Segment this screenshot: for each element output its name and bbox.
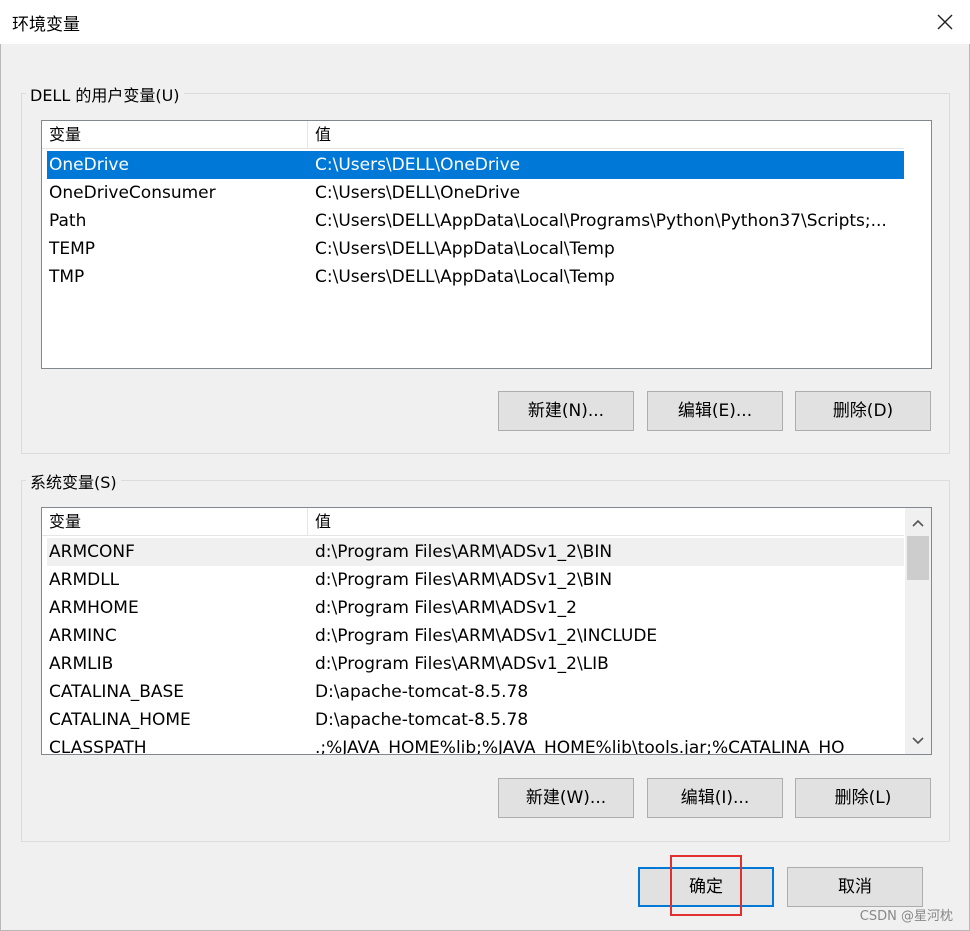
table-row[interactable]: ARMLIB d:\Program Files\ARM\ADSv1_2\LIB	[47, 650, 904, 678]
close-button[interactable]	[920, 0, 970, 44]
variable-value: D:\apache-tomcat-8.5.78	[315, 682, 529, 702]
variable-value: d:\Program Files\ARM\ADSv1_2\LIB	[315, 654, 609, 674]
column-header-value[interactable]: 值	[308, 508, 904, 536]
chevron-down-icon	[912, 737, 924, 745]
variable-name: Path	[49, 211, 87, 231]
variable-value: D:\apache-tomcat-8.5.78	[315, 710, 529, 730]
scroll-down-button[interactable]	[905, 728, 931, 754]
variable-value: d:\Program Files\ARM\ADSv1_2\BIN	[315, 542, 613, 562]
column-header-name[interactable]: 变量	[42, 121, 308, 149]
table-row[interactable]: OneDrive C:\Users\DELL\OneDrive	[47, 151, 904, 179]
variable-name: CATALINA_HOME	[49, 710, 191, 730]
variable-name: ARMHOME	[49, 598, 139, 618]
table-row[interactable]: ARMHOME d:\Program Files\ARM\ADSv1_2	[47, 594, 904, 622]
system-variables-list[interactable]: 变量 值 ARMCONF d:\Program Files\ARM\ADSv1_2…	[41, 507, 932, 755]
variable-value: C:\Users\DELL\AppData\Local\Temp	[315, 239, 615, 259]
chevron-up-icon	[912, 519, 924, 527]
system-variables-label: 系统变量(S)	[26, 469, 121, 493]
variable-value: C:\Users\DELL\AppData\Local\Temp	[315, 267, 615, 287]
variable-name: CATALINA_BASE	[49, 682, 185, 702]
system-new-button[interactable]: 新建(W)...	[498, 778, 634, 818]
table-row[interactable]: TMP C:\Users\DELL\AppData\Local\Temp	[47, 263, 904, 291]
user-new-button[interactable]: 新建(N)...	[498, 391, 634, 431]
vertical-scrollbar[interactable]	[905, 508, 931, 754]
variable-value: d:\Program Files\ARM\ADSv1_2\BIN	[315, 570, 613, 590]
user-variables-label: DELL 的用户变量(U)	[26, 82, 184, 106]
table-row[interactable]: CLASSPATH .;%JAVA_HOME%lib;%JAVA_HOME%lib…	[47, 734, 904, 755]
column-header-value[interactable]: 值	[308, 121, 904, 149]
table-row[interactable]: CATALINA_HOME D:\apache-tomcat-8.5.78	[47, 706, 904, 734]
list-header: 变量 值	[42, 121, 904, 149]
table-row[interactable]: ARMCONF d:\Program Files\ARM\ADSv1_2\BIN	[47, 538, 904, 566]
variable-value: C:\Users\DELL\AppData\Local\Programs\Pyt…	[315, 211, 887, 231]
variable-name: CLASSPATH	[49, 738, 147, 755]
system-edit-button[interactable]: 编辑(I)...	[647, 778, 783, 818]
scroll-up-button[interactable]	[905, 510, 931, 536]
cancel-button[interactable]: 取消	[787, 867, 923, 907]
variable-value: .;%JAVA_HOME%lib;%JAVA_HOME%lib\tools.ja…	[315, 738, 845, 755]
variable-name: ARMCONF	[49, 542, 135, 562]
user-edit-button[interactable]: 编辑(E)...	[647, 391, 783, 431]
variable-name: ARMLIB	[49, 654, 114, 674]
watermark: CSDN @星河枕	[859, 909, 953, 924]
variable-name: TMP	[49, 267, 85, 287]
table-row[interactable]: ARMDLL d:\Program Files\ARM\ADSv1_2\BIN	[47, 566, 904, 594]
system-delete-button[interactable]: 删除(L)	[795, 778, 931, 818]
scroll-thumb[interactable]	[907, 536, 929, 580]
column-header-name[interactable]: 变量	[42, 508, 308, 536]
user-variables-list[interactable]: 变量 值 OneDrive C:\Users\DELL\OneDrive OneDr…	[41, 120, 932, 369]
annotation-highlight	[670, 855, 742, 916]
variable-name: OneDriveConsumer	[49, 183, 216, 203]
variable-name: ARMINC	[49, 626, 117, 646]
table-row[interactable]: CATALINA_BASE D:\apache-tomcat-8.5.78	[47, 678, 904, 706]
table-row[interactable]: Path C:\Users\DELL\AppData\Local\Programs…	[47, 207, 904, 235]
table-row[interactable]: OneDriveConsumer C:\Users\DELL\OneDrive	[47, 179, 904, 207]
variable-value: d:\Program Files\ARM\ADSv1_2	[315, 598, 577, 618]
dialog-body: DELL 的用户变量(U) 变量 值 OneDrive C:\Users\DELL…	[0, 44, 970, 931]
table-row[interactable]: TEMP C:\Users\DELL\AppData\Local\Temp	[47, 235, 904, 263]
title-bar: 环境变量	[0, 0, 970, 44]
variable-name: ARMDLL	[49, 570, 120, 590]
user-delete-button[interactable]: 删除(D)	[795, 391, 931, 431]
variable-value: d:\Program Files\ARM\ADSv1_2\INCLUDE	[315, 626, 658, 646]
variable-value: C:\Users\DELL\OneDrive	[315, 183, 521, 203]
window-title: 环境变量	[12, 15, 80, 35]
variable-value: C:\Users\DELL\OneDrive	[315, 155, 521, 175]
variable-name: OneDrive	[49, 155, 129, 175]
list-header: 变量 值	[42, 508, 904, 536]
table-row[interactable]: ARMINC d:\Program Files\ARM\ADSv1_2\INCLU…	[47, 622, 904, 650]
variable-name: TEMP	[49, 239, 96, 259]
close-icon	[937, 14, 953, 30]
